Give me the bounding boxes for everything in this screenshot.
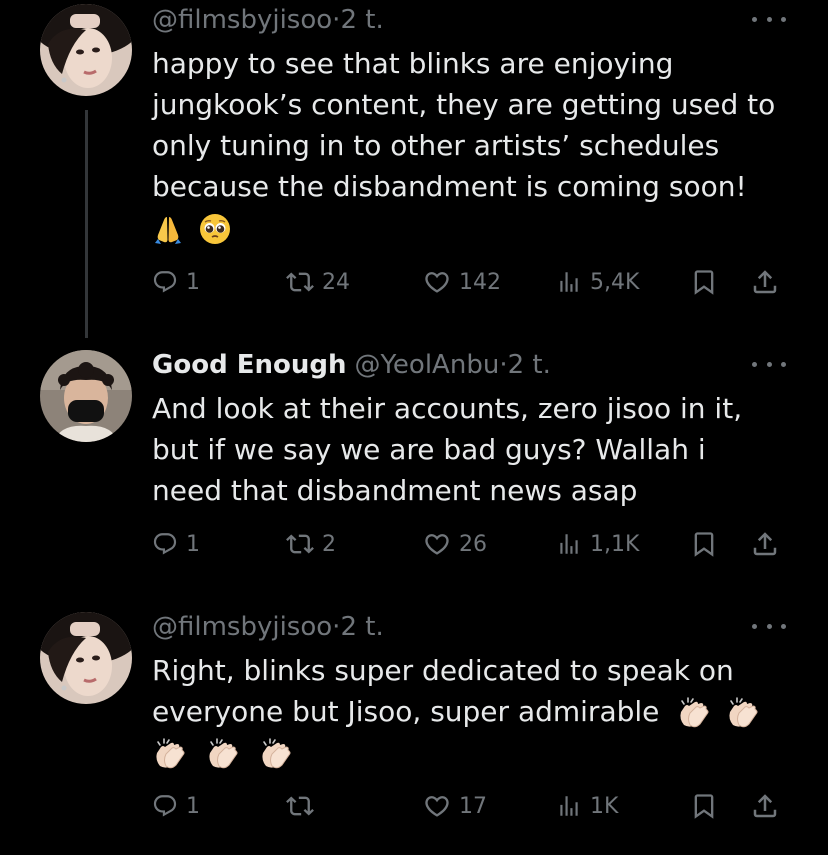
- tweet-text: happy to see that blinks are enjoying ju…: [152, 43, 792, 251]
- bookmark-icon: [690, 268, 718, 296]
- retweet-count: 2: [322, 531, 336, 557]
- views-count: 5,4K: [590, 269, 640, 295]
- dot-separator: ·: [499, 350, 508, 380]
- tweet-actions: 1 2 26 1,1K: [0, 524, 828, 564]
- views-button[interactable]: 1K: [556, 786, 618, 826]
- retweet-icon: [286, 268, 314, 296]
- tweet-text-line: need that disbandment news asap: [152, 474, 638, 507]
- tweet-text-line: Right, blinks super dedicated to speak o…: [152, 654, 734, 687]
- like-count: 17: [459, 793, 487, 819]
- timestamp[interactable]: 2 t.: [508, 350, 551, 380]
- tweet-text-line: because the disbandment is coming soon!: [152, 170, 747, 203]
- bookmark-button[interactable]: [690, 524, 718, 564]
- reply-icon: [152, 269, 178, 295]
- views-icon: [556, 793, 582, 819]
- tweet-text-line: everyone but Jisoo, super admirable: [152, 691, 792, 732]
- retweet-button[interactable]: 24: [286, 262, 350, 302]
- tweet-header: @filmsbyjisoo·2 t.: [152, 610, 384, 644]
- views-icon: [556, 531, 582, 557]
- tweet-text-line: only tuning in to other artists’ schedul…: [152, 129, 720, 162]
- reply-count: 1: [186, 269, 200, 295]
- views-button[interactable]: 1,1K: [556, 524, 639, 564]
- avatar[interactable]: [40, 612, 132, 704]
- more-icon[interactable]: [752, 354, 786, 374]
- retweet-count: 24: [322, 269, 350, 295]
- share-icon: [750, 267, 780, 297]
- reply-icon: [152, 531, 178, 557]
- share-icon: [750, 529, 780, 559]
- tweet-header: @filmsbyjisoo·2 t.: [152, 3, 384, 37]
- avatar[interactable]: [40, 4, 132, 96]
- avatar[interactable]: [40, 350, 132, 442]
- bookmark-icon: [690, 530, 718, 558]
- share-icon: [750, 791, 780, 821]
- tweet-text-line: but if we say we are bad guys? Wallah i: [152, 433, 706, 466]
- tweet-header: Good Enough @YeolAnbu·2 t.: [152, 348, 551, 382]
- retweet-button[interactable]: [286, 786, 322, 826]
- bookmark-icon: [690, 792, 718, 820]
- timestamp[interactable]: 2 t.: [340, 612, 383, 642]
- like-count: 26: [459, 531, 487, 557]
- reply-count: 1: [186, 531, 200, 557]
- views-icon: [556, 269, 582, 295]
- tweet-text-line: jungkook’s content, they are getting use…: [152, 88, 776, 121]
- tweet[interactable]: Good Enough @YeolAnbu·2 t. And look at th…: [0, 340, 828, 590]
- heart-icon: [423, 268, 451, 296]
- reply-button[interactable]: 1: [152, 524, 200, 564]
- clapping-hands-icon: [152, 736, 188, 772]
- like-count: 142: [459, 269, 501, 295]
- tweet-text: Right, blinks super dedicated to speak o…: [152, 650, 792, 776]
- clapping-hands-icon: [205, 736, 241, 772]
- like-button[interactable]: 17: [423, 786, 487, 826]
- share-button[interactable]: [750, 262, 780, 302]
- reply-button[interactable]: 1: [152, 786, 200, 826]
- bookmark-button[interactable]: [690, 262, 718, 302]
- views-button[interactable]: 5,4K: [556, 262, 639, 302]
- share-button[interactable]: [750, 786, 780, 826]
- emoji-line: [152, 732, 792, 776]
- tweet-text-line: happy to see that blinks are enjoying: [152, 47, 674, 80]
- tweet-text-line: And look at their accounts, zero jisoo i…: [152, 392, 743, 425]
- pleading-face-icon: [199, 213, 231, 245]
- heart-icon: [423, 530, 451, 558]
- tweet-actions: 1 24 142 5,4K: [0, 262, 828, 302]
- emoji-line: [152, 207, 792, 251]
- clapping-hands-icon: [258, 736, 294, 772]
- tweet-actions: 1 17 1K: [0, 786, 828, 826]
- heart-icon: [423, 792, 451, 820]
- retweet-icon: [286, 792, 314, 820]
- more-icon[interactable]: [752, 616, 786, 636]
- clapping-hands-icon: [676, 695, 712, 731]
- folded-hands-icon: [152, 212, 184, 246]
- reply-button[interactable]: 1: [152, 262, 200, 302]
- tweet-text-segment: everyone but Jisoo, super admirable: [152, 695, 660, 728]
- retweet-icon: [286, 530, 314, 558]
- user-handle[interactable]: @filmsbyjisoo: [152, 5, 332, 35]
- display-name[interactable]: Good Enough: [152, 350, 347, 380]
- clapping-hands-icon: [725, 695, 761, 731]
- tweet[interactable]: @filmsbyjisoo·2 t. happy to see that bli…: [0, 0, 828, 340]
- tweet-text: And look at their accounts, zero jisoo i…: [152, 388, 792, 511]
- timestamp[interactable]: 2 t.: [340, 5, 383, 35]
- bookmark-button[interactable]: [690, 786, 718, 826]
- share-button[interactable]: [750, 524, 780, 564]
- like-button[interactable]: 142: [423, 262, 501, 302]
- like-button[interactable]: 26: [423, 524, 487, 564]
- reply-count: 1: [186, 793, 200, 819]
- tweet[interactable]: @filmsbyjisoo·2 t. Right, blinks super d…: [0, 600, 828, 855]
- views-count: 1K: [590, 793, 619, 819]
- user-handle[interactable]: @YeolAnbu: [355, 350, 500, 380]
- user-handle[interactable]: @filmsbyjisoo: [152, 612, 332, 642]
- reply-icon: [152, 793, 178, 819]
- views-count: 1,1K: [590, 531, 640, 557]
- more-icon[interactable]: [752, 9, 786, 29]
- retweet-button[interactable]: 2: [286, 524, 336, 564]
